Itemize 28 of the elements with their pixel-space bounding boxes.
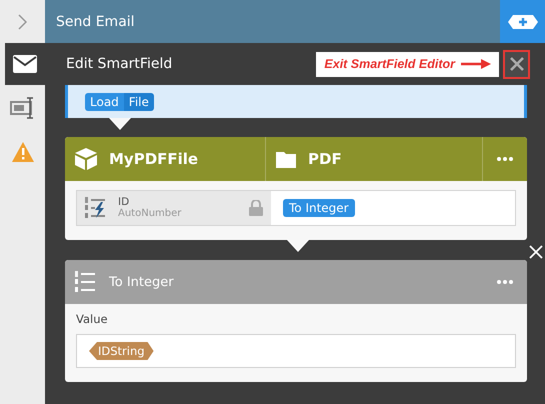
arrow-icon bbox=[461, 59, 491, 69]
plus-icon bbox=[508, 14, 538, 28]
mail-icon[interactable] bbox=[13, 55, 37, 73]
annotation-text: Exit SmartField Editor bbox=[324, 57, 455, 71]
more-icon bbox=[497, 157, 513, 161]
field-type: AutoNumber bbox=[118, 208, 182, 220]
value-field[interactable]: IDString bbox=[76, 334, 516, 368]
input-label: Value bbox=[76, 312, 109, 326]
function-title: To Integer bbox=[109, 274, 174, 290]
editor-title: Edit SmartField bbox=[65, 56, 174, 72]
text-field-icon[interactable] bbox=[10, 96, 36, 120]
source-field[interactable]: Load File bbox=[65, 85, 527, 118]
field-name: ID bbox=[118, 196, 130, 208]
header-title: Send Email bbox=[55, 14, 136, 30]
numbered-bolt-icon bbox=[85, 197, 107, 219]
add-button[interactable] bbox=[500, 0, 545, 43]
numbered-list-icon bbox=[75, 271, 97, 293]
close-icon bbox=[510, 57, 524, 71]
more-icon bbox=[497, 280, 513, 284]
chevron-right-icon[interactable] bbox=[18, 14, 27, 30]
mapping-chip[interactable]: To Integer bbox=[283, 199, 355, 217]
object-name: MyPDFFile bbox=[109, 150, 198, 168]
variable-token[interactable]: IDString bbox=[89, 342, 154, 360]
close-icon bbox=[529, 245, 543, 259]
object-type: PDF bbox=[308, 150, 342, 168]
cube-icon bbox=[75, 148, 97, 170]
folder-icon bbox=[276, 150, 296, 168]
warning-icon[interactable] bbox=[12, 142, 34, 162]
